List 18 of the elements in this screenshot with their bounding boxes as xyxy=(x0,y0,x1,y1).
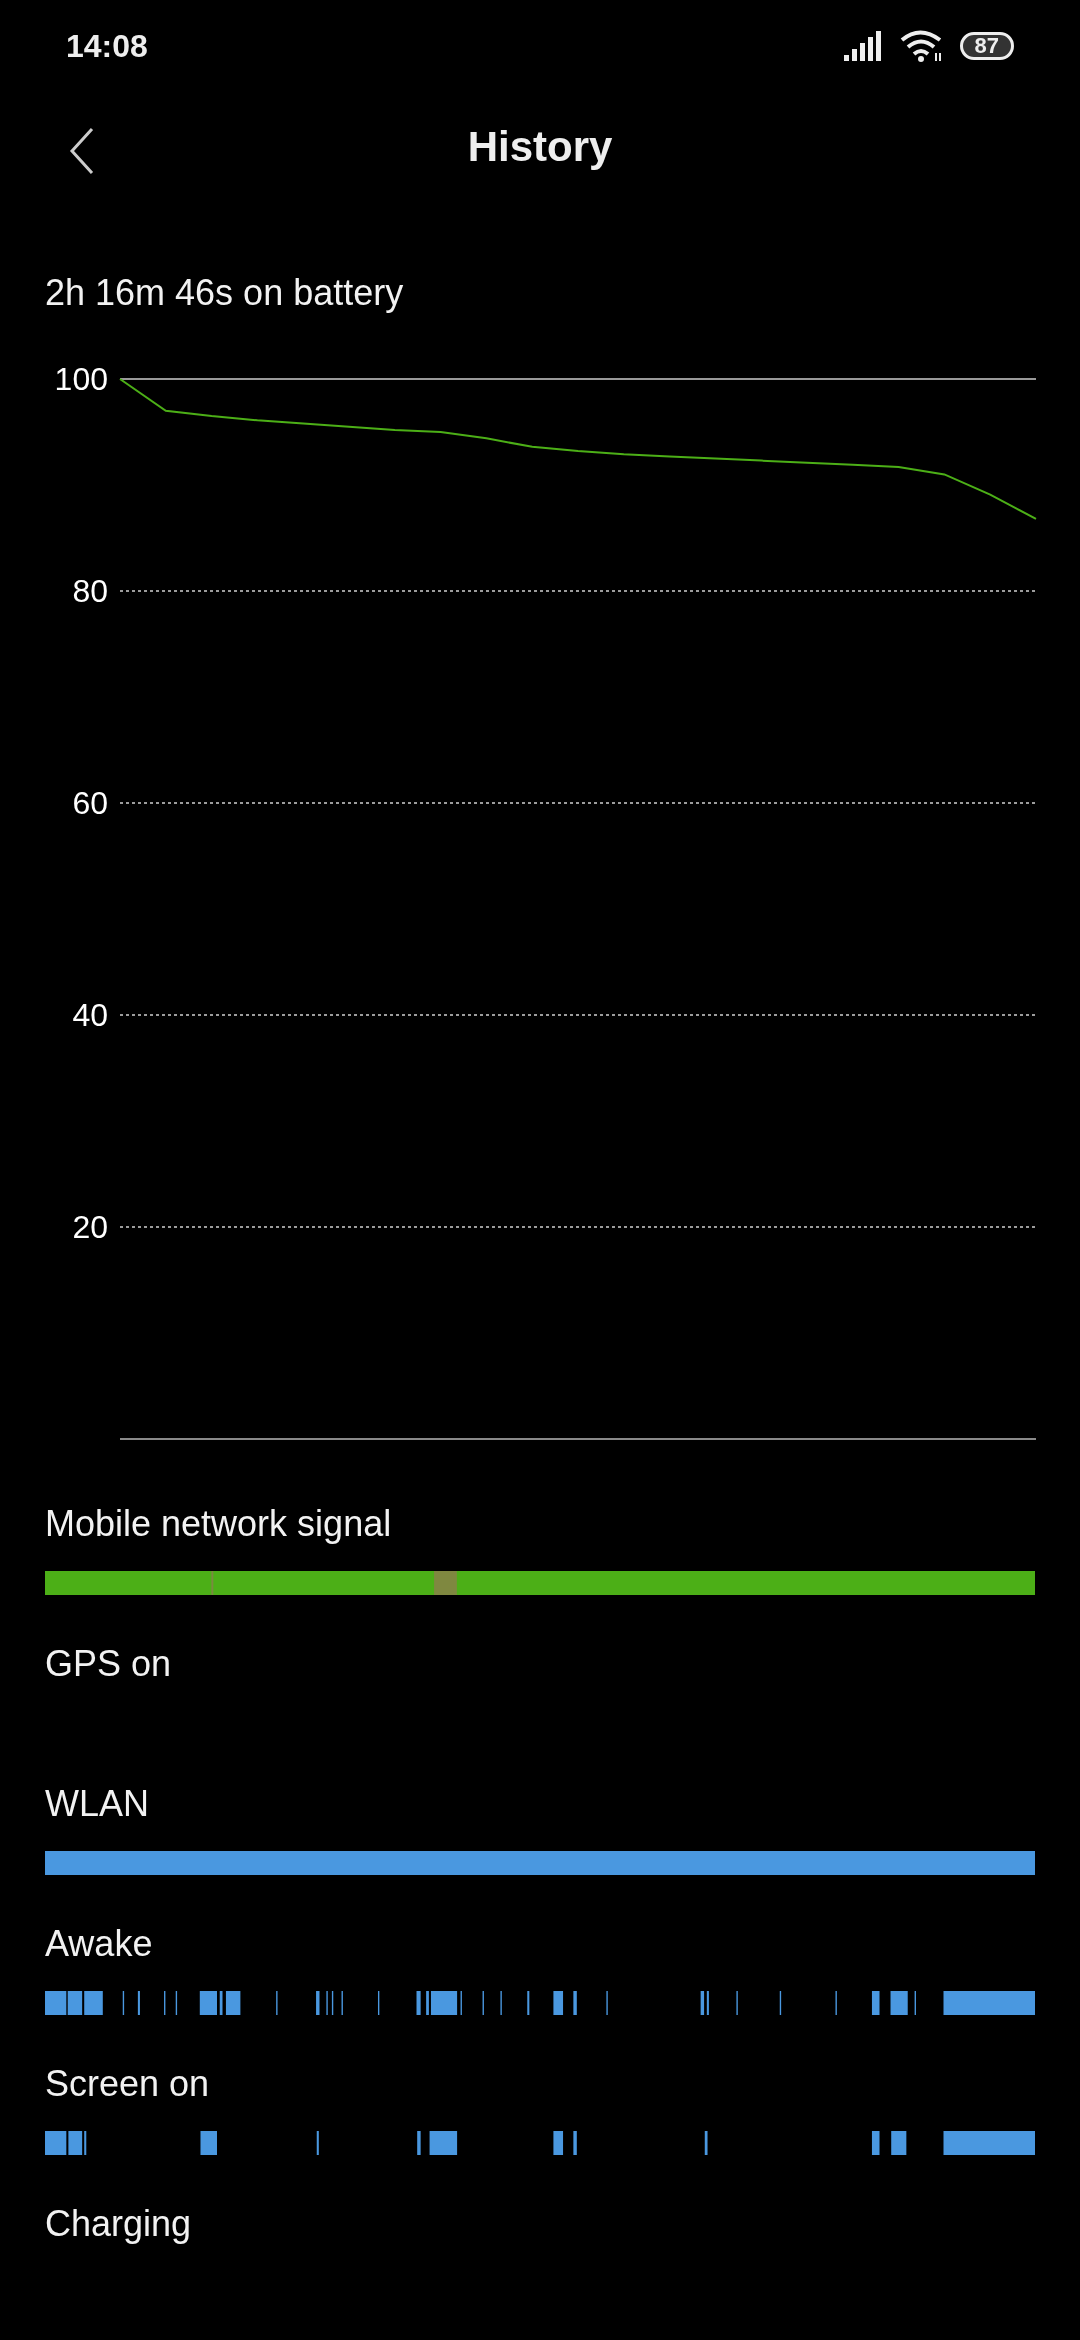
page-title: History xyxy=(467,122,613,173)
timeline-label: Charging xyxy=(45,2202,193,2246)
back-icon xyxy=(69,127,95,176)
axis-label: 60 xyxy=(72,785,108,821)
axis-label: 20 xyxy=(72,1209,108,1245)
timeline-label: Screen on xyxy=(45,2062,211,2106)
timeline-label: Awake xyxy=(45,1922,154,1966)
timeline-label: GPS on xyxy=(45,1642,173,1686)
signal-icon xyxy=(843,30,884,61)
timeline-label: Mobile network signal xyxy=(45,1502,393,1546)
axis-label: 40 xyxy=(72,997,108,1033)
axis-label: 80 xyxy=(72,573,108,609)
wifi-icon xyxy=(899,28,944,63)
timeline-label: WLAN xyxy=(45,1782,150,1826)
battery-indicator: 87 xyxy=(959,31,1014,60)
battery-duration: 2h 16m 46s on battery xyxy=(45,271,404,316)
axis-label: 100 xyxy=(54,361,108,397)
status-time: 14:08 xyxy=(66,26,148,66)
